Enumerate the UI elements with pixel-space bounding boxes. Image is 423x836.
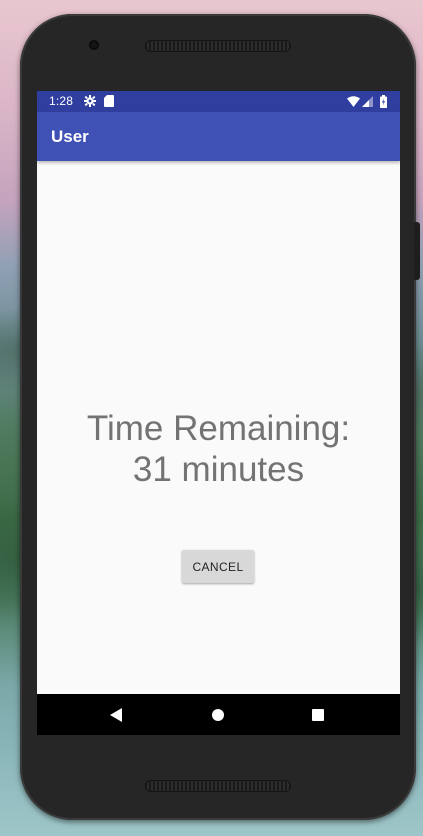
bottom-speaker <box>145 780 291 792</box>
power-button <box>414 222 420 280</box>
wifi-icon <box>347 96 360 107</box>
device-screen: 1:28 User Time Remaining: 31 minutes CAN… <box>37 91 400 735</box>
home-icon[interactable] <box>212 709 224 721</box>
front-camera <box>89 40 99 50</box>
time-remaining-text: Time Remaining: 31 minutes <box>37 408 400 490</box>
recents-icon[interactable] <box>312 709 324 721</box>
earpiece-speaker <box>145 40 291 52</box>
battery-icon <box>380 95 387 108</box>
main-content: Time Remaining: 31 minutes CANCEL <box>37 161 400 694</box>
settings-icon <box>84 95 96 107</box>
sd-card-icon <box>104 95 114 107</box>
back-icon[interactable] <box>110 708 122 722</box>
status-bar: 1:28 <box>37 91 400 112</box>
app-title: User <box>51 127 89 146</box>
navigation-bar <box>37 694 400 735</box>
app-bar: User <box>37 112 400 161</box>
status-time: 1:28 <box>49 94 74 108</box>
cancel-button[interactable]: CANCEL <box>182 550 254 583</box>
signal-icon <box>362 96 373 107</box>
time-remaining-value: 31 minutes <box>132 450 305 489</box>
time-remaining-label: Time Remaining: <box>86 409 351 448</box>
